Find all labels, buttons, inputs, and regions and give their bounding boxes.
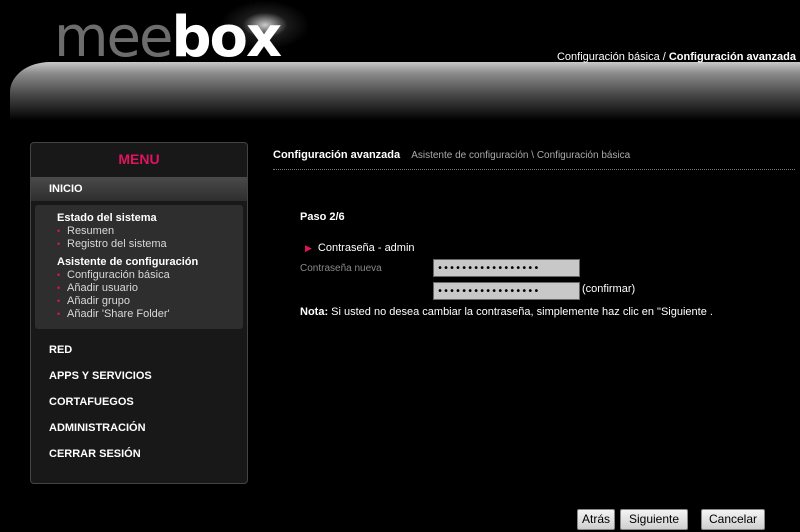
note-text: Nota: Si usted no desea cambiar la contr… [300,306,713,318]
page-title: Configuración avanzada [273,149,401,161]
header: meebox Configuración básica / Configurac… [0,0,800,120]
sidebar-item-apps[interactable]: APPS Y SERVICIOS [31,363,247,389]
header-swoosh [10,62,800,120]
logo-text-box: box [171,5,282,70]
submenu-item-anadir-usuario[interactable]: • Añadir usuario [57,282,243,295]
bullet-icon: • [57,309,61,319]
bullet-icon: • [57,226,61,236]
submenu-item-label: Registro del sistema [67,238,167,250]
submenu-heading-estado: Estado del sistema [57,212,157,224]
sidebar-item-cerrar-sesion[interactable]: CERRAR SESIÓN [31,441,247,467]
bullet-icon: • [57,296,61,306]
submenu-item-anadir-grupo[interactable]: • Añadir grupo [57,295,243,308]
top-nav: Configuración básica / Configuración ava… [557,51,796,63]
breadcrumb-path: Asistente de configuración \ Configuraci… [411,150,631,161]
sidebar-item-red[interactable]: RED [31,337,247,363]
nav-basic-config-link[interactable]: Configuración básica [557,51,660,63]
sidebar-item-administracion[interactable]: ADMINISTRACIÓN [31,415,247,441]
submenu-item-label: Añadir grupo [67,295,130,307]
cancel-button[interactable]: Cancelar [701,509,765,530]
menu-title: MENU [118,151,160,167]
breadcrumb: Configuración avanzada Asistente de conf… [273,142,795,170]
submenu-item-label: Añadir usuario [67,282,138,294]
submenu-item-label: Resumen [67,225,115,237]
new-password-field[interactable] [433,259,580,277]
sidebar-menu: MENU INICIO Estado del sistema • Resumen … [30,142,248,484]
bullet-icon: • [57,239,61,249]
main-content: Configuración avanzada Asistente de conf… [273,142,795,318]
submenu-item-label: Añadir 'Share Folder' [67,308,170,320]
step-indicator: Paso 2/6 [300,211,345,223]
submenu-inicio: Estado del sistema • Resumen • Registro de… [35,205,243,329]
submenu-item-label: Configuración básica [67,269,170,281]
bullet-icon: • [57,283,61,293]
confirm-password-field[interactable] [433,282,580,300]
sidebar-main-items: RED APPS Y SERVICIOS CORTAFUEGOS ADMINIS… [31,337,247,467]
submenu-item-share-folder[interactable]: • Añadir 'Share Folder' [57,308,243,321]
back-button[interactable]: Atrás [577,509,615,530]
submenu-item-resumen[interactable]: • Resumen [57,225,243,238]
sidebar-item-inicio[interactable]: INICIO [31,177,247,201]
note-body: Si usted no desea cambiar la contraseña,… [328,306,713,318]
bullet-icon: • [57,270,61,280]
nav-separator: / [659,51,669,63]
triangle-right-icon: ▶ [305,243,312,253]
logo-text-mee: mee [54,5,173,70]
new-password-label: Contraseña nueva [300,263,382,274]
confirm-label: (confirmar) [582,283,636,295]
next-button[interactable]: Siguiente [620,509,688,530]
nav-advanced-config-link[interactable]: Configuración avanzada [669,51,796,63]
submenu-item-registro[interactable]: • Registro del sistema [57,238,243,251]
section-title-label: Contraseña - admin [317,242,415,254]
submenu-item-config-basica[interactable]: • Configuración básica [57,269,243,282]
meebox-logo: meebox [54,5,282,70]
sidebar-item-cortafuegos[interactable]: CORTAFUEGOS [31,389,247,415]
note-label: Nota: [300,306,329,318]
submenu-heading-asistente: Asistente de configuración [57,256,199,268]
section-title: ▶ Contraseña - admin [305,242,415,254]
